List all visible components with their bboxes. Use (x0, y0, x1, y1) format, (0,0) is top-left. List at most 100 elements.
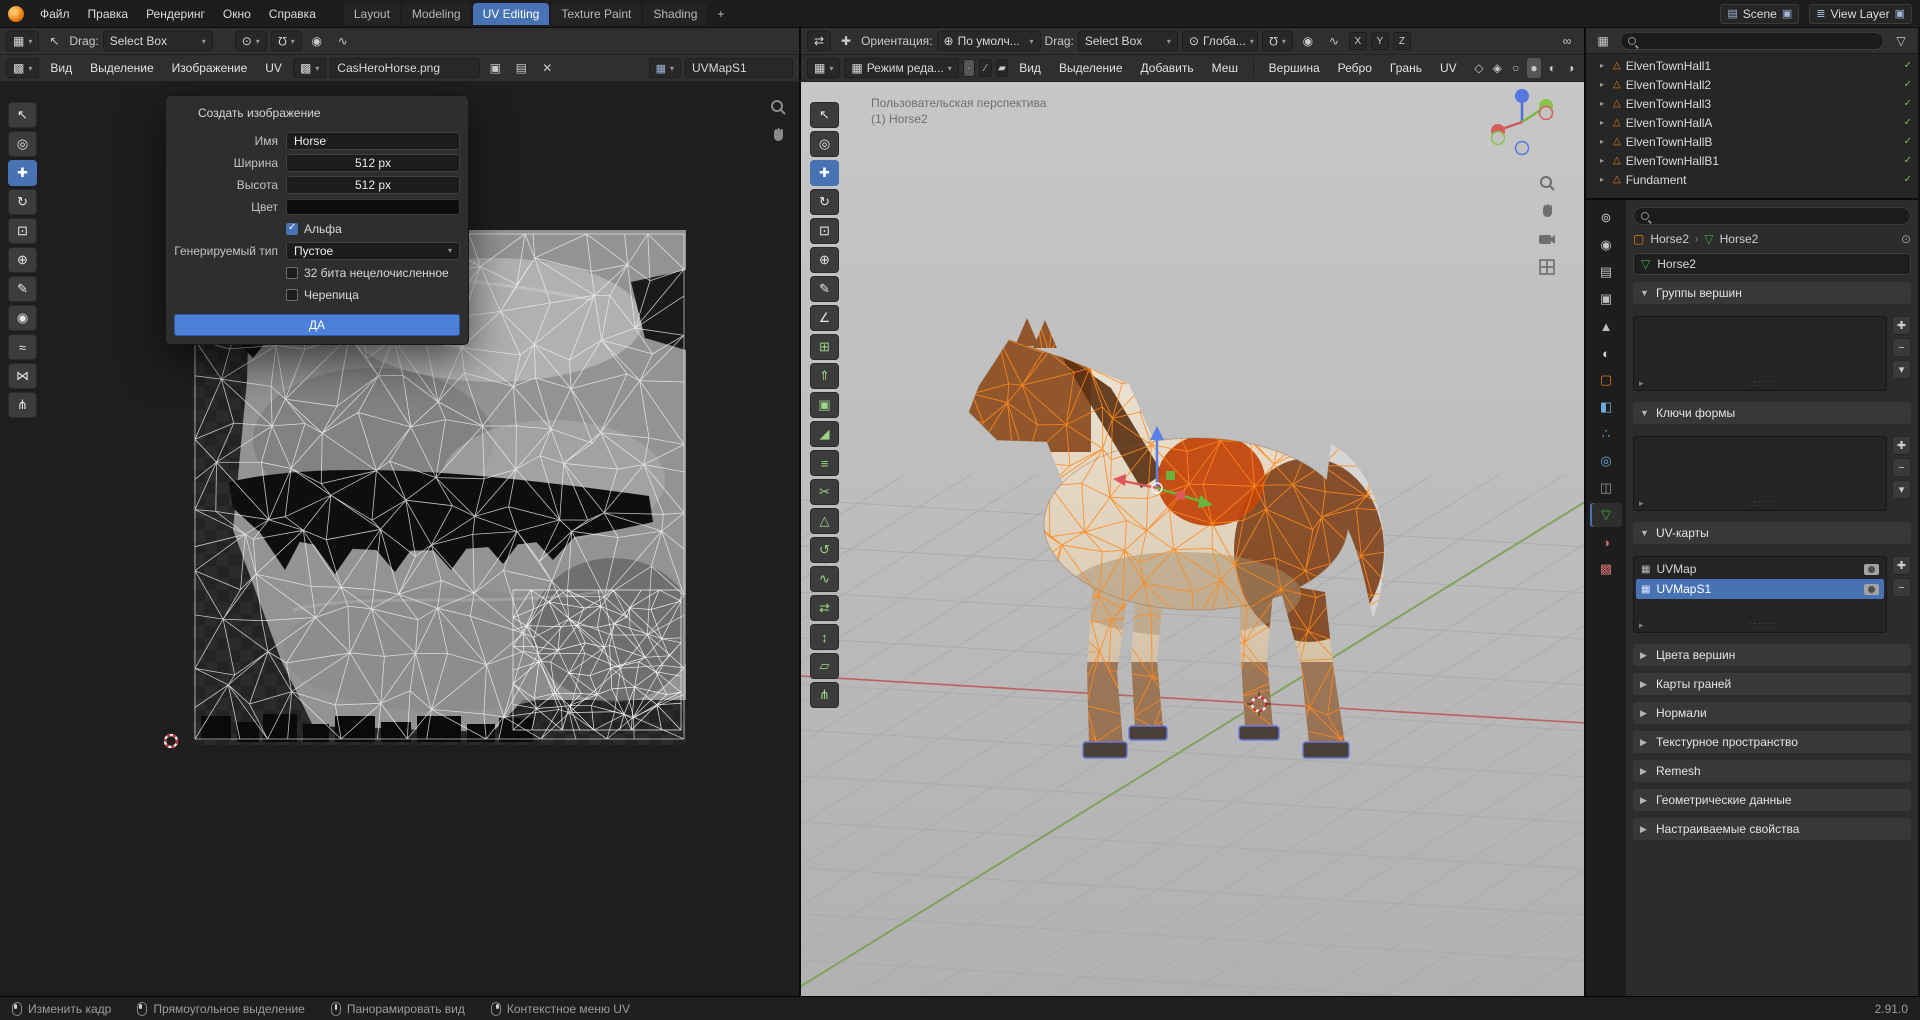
uv-active-tool-chip[interactable]: ▦ ▾ (6, 31, 40, 51)
uv-canvas[interactable]: ↖ ◎ ✚ ↻ ⊡ ⊕ ✎ ◉ ≈ ⋈ ⋔ Создать изображени… (0, 82, 799, 996)
tool-shear[interactable]: ▱ (810, 653, 839, 679)
uv-map-row[interactable]: ▦ UVMap (1636, 559, 1884, 579)
vp-menu-select[interactable]: Выделение (1052, 58, 1130, 78)
uv-map-row-selected[interactable]: ▦ UVMapS1 (1636, 579, 1884, 599)
face-select-mode-button[interactable]: ▰ (995, 59, 1009, 77)
pin-icon[interactable]: ⊙ (1901, 232, 1911, 246)
tool-add-cube[interactable]: ⊞ (810, 334, 839, 360)
tab-material[interactable]: ◑ (1590, 530, 1622, 554)
tool-inset-faces[interactable]: ▣ (810, 392, 839, 418)
display-mode-icon[interactable]: ▦ (1592, 31, 1614, 51)
filter-funnel-icon[interactable]: ▽ (1890, 31, 1912, 51)
tab-modifiers[interactable]: ◧ (1590, 395, 1622, 419)
active-render-camera-icon[interactable] (1864, 583, 1879, 595)
tool-annotate[interactable]: ✎ (8, 276, 37, 302)
axis-z-button[interactable]: Z (1392, 32, 1411, 50)
breadcrumb-object[interactable]: Horse2 (1650, 232, 1689, 246)
tab-render[interactable]: ◉ (1590, 233, 1622, 257)
ortho-toggle-icon[interactable] (1538, 258, 1556, 276)
zoom-icon[interactable] (1538, 174, 1556, 192)
tab-physics[interactable]: ◎ (1590, 449, 1622, 473)
vp-menu-face[interactable]: Грань (1383, 58, 1429, 78)
zoom-icon[interactable] (769, 98, 787, 116)
tab-view-layer[interactable]: ▣ (1590, 287, 1622, 311)
snap-dropdown[interactable]: Ω ▾ (1261, 31, 1293, 51)
outliner-item[interactable]: ▸ △ Fundament ✓ (1586, 170, 1918, 189)
uv-pivot-dropdown[interactable]: ⊙ ▾ (234, 31, 267, 51)
section-normals[interactable]: ▶ Нормали (1633, 702, 1911, 724)
shading-solid-icon[interactable]: ● (1526, 58, 1542, 78)
tab-scene[interactable]: ▲ (1590, 314, 1622, 338)
tool-move[interactable]: ✚ (810, 160, 839, 186)
selectable-check-icon[interactable]: ✓ (1904, 98, 1912, 109)
tab-particles[interactable]: ∴ (1590, 422, 1622, 446)
section-shape-keys[interactable]: ▼ Ключи формы (1633, 402, 1911, 424)
tool-rip-region[interactable]: ⋔ (810, 682, 839, 708)
uvmap-field[interactable]: UVMapS1 (685, 58, 793, 78)
mesh-name-field[interactable]: ▽ Horse2 (1633, 253, 1911, 275)
remove-shape-key-button[interactable]: − (1892, 458, 1911, 477)
selectable-check-icon[interactable]: ✓ (1904, 136, 1912, 147)
mode-dropdown[interactable]: ▦ Режим реда... ▾ (844, 58, 959, 78)
menu-render[interactable]: Рендеринг (138, 4, 213, 24)
scene-selector[interactable]: ▤ Scene ▣ (1720, 3, 1800, 24)
tab-texture-paint[interactable]: Texture Paint (551, 2, 642, 25)
add-shape-key-button[interactable]: ✚ (1892, 436, 1911, 455)
tab-object-data[interactable]: ▽ (1590, 503, 1622, 527)
tab-modeling[interactable]: Modeling (401, 2, 471, 25)
uv-drag-dropdown[interactable]: Select Box ▾ (102, 31, 213, 51)
image-browse-dropdown[interactable]: ▩ ▾ (292, 58, 327, 78)
tiled-checkbox[interactable] (286, 288, 298, 301)
active-render-camera-icon[interactable] (1864, 563, 1879, 575)
properties-search-input[interactable] (1633, 207, 1911, 225)
new-view-layer-icon[interactable]: ▣ (1895, 7, 1905, 20)
unlink-image-icon[interactable]: ✕ (536, 58, 558, 78)
edge-select-mode-button[interactable]: ∕ (979, 59, 992, 77)
pan-hand-icon[interactable] (769, 126, 787, 144)
move-tool-icon[interactable]: ✚ (835, 31, 857, 51)
section-texture-space[interactable]: ▶ Текстурное пространство (1633, 731, 1911, 753)
tool-cursor[interactable]: ◎ (810, 131, 839, 157)
xray-icon[interactable]: ◈ (1490, 58, 1504, 78)
menu-help[interactable]: Справка (261, 4, 324, 24)
tab-texture[interactable]: ▩ (1590, 557, 1622, 581)
outliner-item[interactable]: ▸ △ ElvenTownHallB1 ✓ (1586, 151, 1918, 170)
vp-editor-type-dropdown[interactable]: ▦ ▾ (807, 58, 841, 78)
add-workspace-button[interactable]: + (709, 4, 732, 24)
vp-menu-edge[interactable]: Ребро (1331, 58, 1379, 78)
menu-edit[interactable]: Правка (80, 4, 137, 24)
outliner-item[interactable]: ▸ △ ElvenTownHallA ✓ (1586, 113, 1918, 132)
vp-menu-vertex[interactable]: Вершина (1262, 58, 1327, 78)
menu-window[interactable]: Окно (215, 4, 259, 24)
axis-y-button[interactable]: Y (1370, 32, 1389, 50)
navigation-gizmo[interactable] (1486, 86, 1558, 158)
tool-transform[interactable]: ⊕ (8, 247, 37, 273)
uv-menu-image[interactable]: Изображение (165, 58, 255, 78)
image-name-input[interactable]: Horse (286, 131, 460, 150)
tab-output[interactable]: ▤ (1590, 260, 1622, 284)
tool-scale[interactable]: ⊡ (8, 218, 37, 244)
section-remesh[interactable]: ▶ Remesh (1633, 760, 1911, 782)
uv-editor-type-dropdown[interactable]: ▩ ▾ (6, 58, 40, 78)
shading-wireframe-icon[interactable]: ○ (1508, 58, 1522, 78)
falloff-icon[interactable]: ∿ (332, 31, 354, 51)
breadcrumb-data[interactable]: Horse2 (1720, 232, 1759, 246)
tab-shading[interactable]: Shading (643, 2, 708, 25)
vertex-groups-list[interactable]: ▸:::::: (1633, 316, 1887, 391)
remove-vertex-group-button[interactable]: − (1892, 338, 1911, 357)
section-geometry-data[interactable]: ▶ Геометрические данные (1633, 789, 1911, 811)
uvmap-select-dropdown[interactable]: ▦ ▾ (648, 58, 681, 78)
pivot-dropdown[interactable]: ⊙ Глоба... ▾ (1181, 31, 1258, 51)
tool-rotate[interactable]: ↻ (8, 189, 37, 215)
new-scene-icon[interactable]: ▣ (1782, 7, 1792, 20)
vertex-group-specials-button[interactable]: ▾ (1892, 360, 1911, 379)
outliner-item[interactable]: ▸ △ ElvenTownHallB ✓ (1586, 132, 1918, 151)
overlays-icon[interactable]: ◇ (1472, 58, 1486, 78)
width-input[interactable]: 512 px (286, 153, 460, 172)
vertex-select-mode-button[interactable]: ∙ (962, 59, 976, 77)
tool-shrink-fatten[interactable]: ↕ (810, 624, 839, 650)
tool-knife[interactable]: ✂ (810, 479, 839, 505)
proportional-edit-icon[interactable]: ◉ (1297, 31, 1319, 51)
tool-relax[interactable]: ≈ (8, 334, 37, 360)
uv-menu-select[interactable]: Выделение (83, 58, 161, 78)
